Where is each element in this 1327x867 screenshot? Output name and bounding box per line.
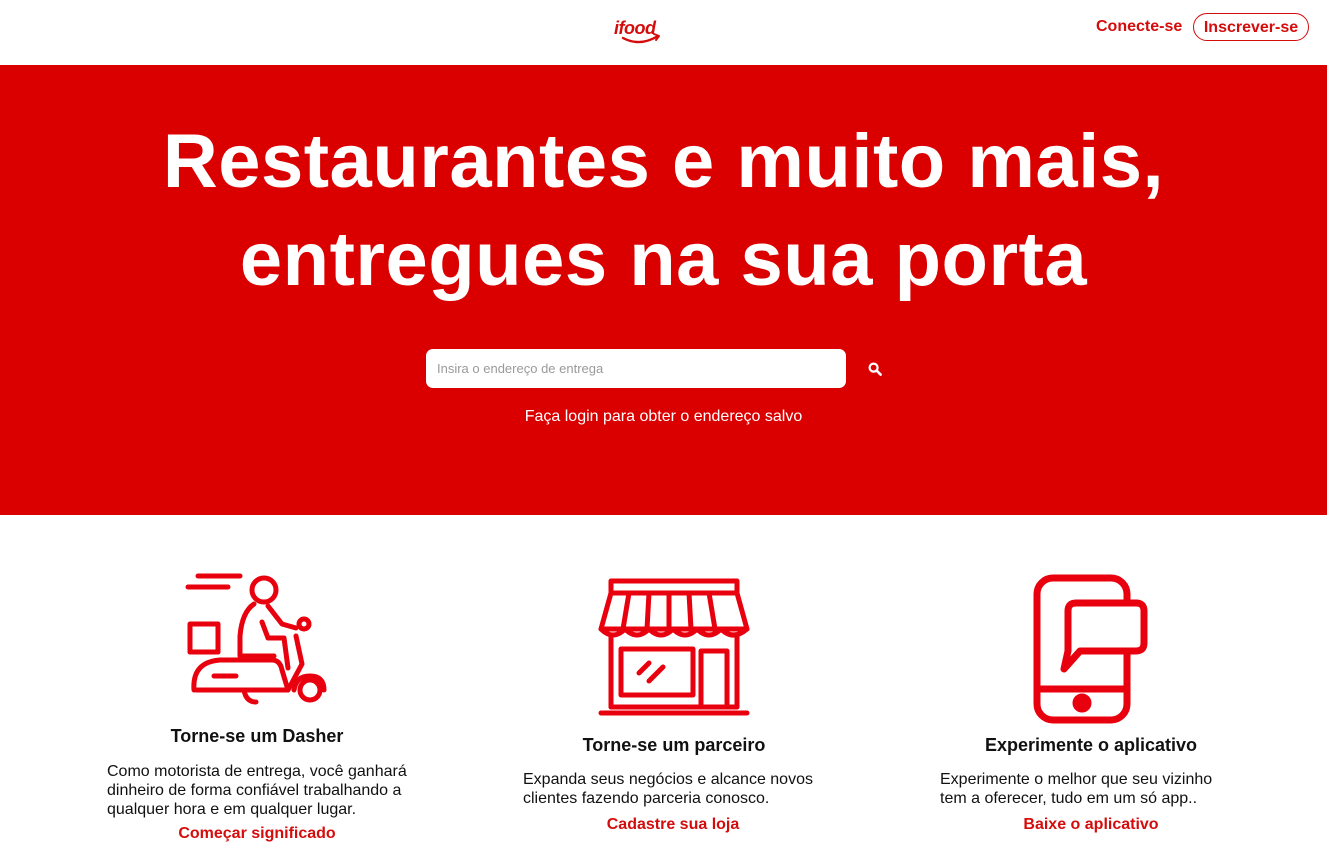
app-description: Experimente o melhor que seu vizinho tem…	[940, 771, 1213, 807]
ifood-logo[interactable]: ifood	[612, 14, 670, 48]
dasher-description: Como motorista de entrega, você ganhará …	[107, 763, 407, 818]
search-icon	[868, 362, 882, 376]
signup-button[interactable]: Inscrever-se	[1193, 13, 1309, 41]
app-download-link[interactable]: Baixe o aplicativo	[931, 816, 1251, 834]
dasher-cta-link[interactable]: Começar significado	[97, 825, 417, 843]
hero-title: Restaurantes e muito mais, entregues na …	[0, 113, 1327, 309]
logo-wordmark: ifood	[614, 18, 657, 38]
search-button[interactable]	[862, 357, 888, 381]
phone-app-icon	[1032, 573, 1150, 725]
delivery-scooter-icon	[184, 572, 330, 712]
saved-address-login-link[interactable]: Faça login para obter o endereço salvo	[0, 408, 1327, 426]
dasher-title: Torne-se um Dasher	[170, 726, 344, 746]
top-navigation: ifood Conecte-se Inscrever-se	[0, 0, 1327, 65]
partner-title: Torne-se um parceiro	[582, 735, 766, 755]
storefront-icon	[597, 577, 751, 721]
address-search-input[interactable]	[426, 349, 846, 388]
partner-cta-link[interactable]: Cadastre sua loja	[513, 816, 833, 834]
partner-description: Expanda seus negócios e alcance novos cl…	[523, 771, 813, 807]
hero-banner: Restaurantes e muito mais, entregues na …	[0, 65, 1327, 515]
hero-title-line-2: entregues na sua porta	[239, 217, 1088, 302]
login-link[interactable]: Conecte-se	[1096, 18, 1182, 36]
hero-title-line-1: Restaurantes e muito mais,	[162, 119, 1165, 204]
app-title: Experimente o aplicativo	[984, 735, 1198, 755]
